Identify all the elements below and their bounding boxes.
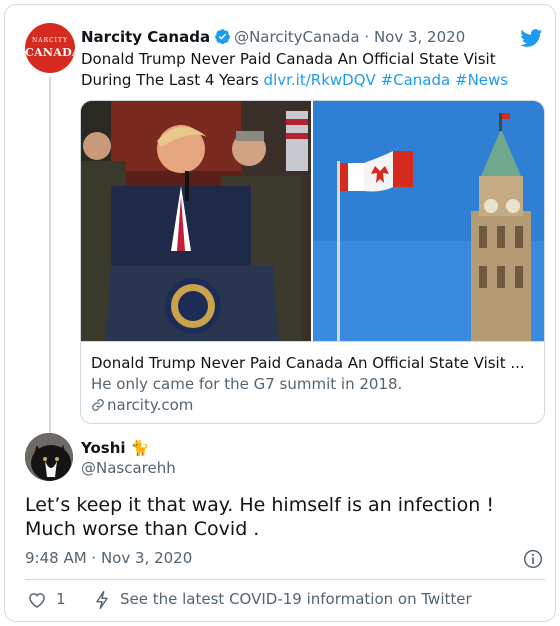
link-preview-image[interactable] (81, 101, 545, 341)
lightning-icon (96, 590, 108, 610)
reply-author-handle[interactable]: @Nascarehh (81, 459, 176, 477)
quoted-tweet-text: Donald Trump Never Paid Canada An Offici… (81, 49, 551, 91)
covid-info-link[interactable]: See the latest COVID-19 information on T… (120, 590, 472, 608)
quoted-tweet: NARCITY CANADA Narcity Canada @NarcityCan… (25, 23, 545, 435)
verified-badge-icon (215, 29, 231, 45)
link-preview-domain: narcity.com (91, 395, 193, 415)
header-separator: · (364, 28, 370, 46)
tweet-text-line-1: Donald Trump Never Paid Canada An Offici… (81, 50, 496, 68)
link-preview-description: He only came for the G7 summit in 2018. (91, 375, 403, 393)
heart-icon[interactable] (27, 590, 47, 610)
info-icon[interactable] (523, 549, 543, 569)
tweet-actions: 1 See the latest COVID-19 information on… (25, 588, 545, 612)
author-name[interactable]: Narcity Canada (81, 28, 210, 46)
narcity-avatar[interactable]: NARCITY CANADA (25, 23, 75, 73)
link-preview-meta: Donald Trump Never Paid Canada An Offici… (81, 341, 544, 423)
yoshi-avatar[interactable] (25, 433, 73, 481)
hashtag-news[interactable]: #News (455, 71, 508, 89)
tweet-embed-card: NARCITY CANADA Narcity Canada @NarcityCan… (4, 4, 556, 622)
link-preview-title[interactable]: Donald Trump Never Paid Canada An Offici… (91, 353, 536, 373)
link-domain-text: narcity.com (107, 396, 194, 414)
tweet-date[interactable]: Nov 3, 2020 (374, 28, 465, 46)
hashtag-canada[interactable]: #Canada (381, 71, 451, 89)
reply-text-line-1: Let’s keep it that way. He himself is an… (25, 494, 494, 516)
actions-divider (25, 579, 545, 580)
avatar-big-text: CANADA (25, 46, 75, 59)
link-icon (92, 399, 104, 411)
reply-author-name[interactable]: Yoshi 🐈 (81, 439, 149, 457)
reply-tweet-text: Let’s keep it that way. He himself is an… (25, 493, 540, 541)
link-preview-card[interactable]: Donald Trump Never Paid Canada An Offici… (80, 100, 545, 424)
like-count[interactable]: 1 (56, 590, 66, 608)
author-handle[interactable]: @NarcityCanada (234, 28, 360, 46)
quoted-tweet-header: Narcity Canada @NarcityCanada · Nov 3, 20… (81, 27, 465, 47)
thread-line (49, 77, 51, 435)
avatar-small-text: NARCITY (31, 37, 69, 44)
short-link[interactable]: dlvr.it/RkwDQV (264, 71, 376, 89)
reply-text-line-2: Much worse than Covid . (25, 518, 260, 540)
tweet-text-line-2: During The Last 4 Years (81, 71, 259, 89)
reply-timestamp[interactable]: 9:48 AM · Nov 3, 2020 (25, 549, 192, 567)
